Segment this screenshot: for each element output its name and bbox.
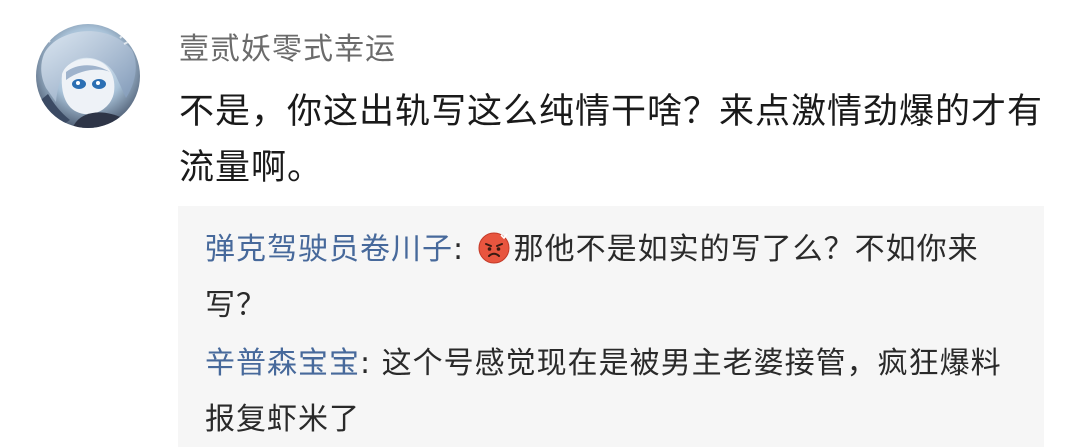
reply-author-link[interactable]: 辛普森宝宝 xyxy=(205,346,360,381)
reply-author-link[interactable]: 弹克驾驶员卷川子 xyxy=(205,232,453,267)
comment-item: 壹贰妖零式幸运 不是，你这出轨写这么纯情干啥？来点激情劲爆的才有流量啊。 弹克驾… xyxy=(0,0,1080,447)
comment-username[interactable]: 壹贰妖零式幸运 xyxy=(179,30,396,70)
reply-item[interactable]: 弹克驾驶员卷川子: 那他不是如实的写了么？不如你来写？ xyxy=(205,222,1017,334)
avatar[interactable] xyxy=(36,24,140,128)
angry-face-icon xyxy=(477,228,511,264)
reply-item[interactable]: 辛普森宝宝: 这个号感觉现在是被男主老婆接管，疯狂爆料报复虾米了 xyxy=(205,336,1017,447)
reply-separator: : xyxy=(453,232,475,267)
comment-text: 不是，你这出轨写这么纯情干啥？来点激情劲爆的才有流量啊。 xyxy=(179,92,1044,188)
reply-list[interactable]: 弹克驾驶员卷川子: 那他不是如实的写了么？不如你来写？ 辛普森宝宝: 这个号感觉… xyxy=(178,206,1044,447)
reply-separator: : xyxy=(360,346,382,381)
avatar-image xyxy=(36,24,140,128)
